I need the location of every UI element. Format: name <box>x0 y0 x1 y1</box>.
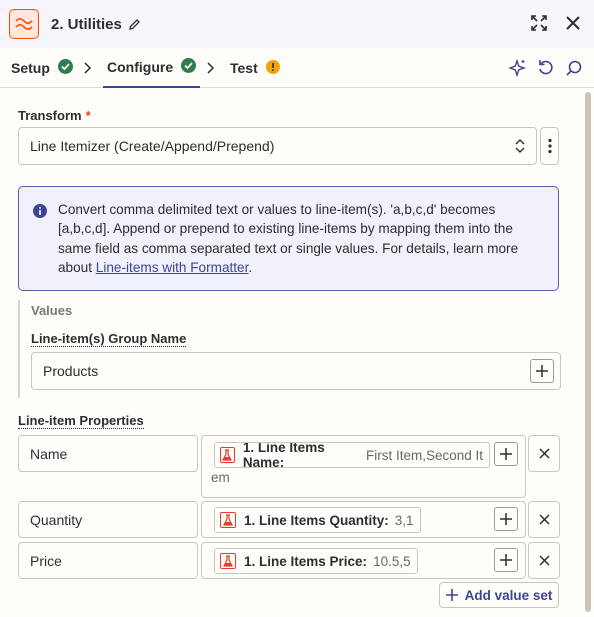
formatter-app-icon <box>220 512 236 528</box>
tab-setup-label: Setup <box>11 60 50 76</box>
ai-sparkle-icon[interactable] <box>508 58 528 78</box>
transform-select[interactable]: Line Itemizer (Create/Append/Prepend) <box>18 127 537 165</box>
warning-circle-icon <box>265 59 280 77</box>
required-mark: * <box>85 108 91 123</box>
property-key-field[interactable]: Quantity <box>18 501 198 538</box>
plus-icon <box>500 448 512 460</box>
pill-label: 1. Line Items Price: <box>244 553 368 569</box>
step-header: 2. Utilities <box>0 0 594 48</box>
info-callout: Convert comma delimited text or values t… <box>18 186 559 291</box>
values-title: Values <box>31 303 73 318</box>
remove-row-button[interactable] <box>528 542 560 579</box>
property-value-field[interactable]: 1. Line Items Quantity: 3,1 <box>201 501 526 538</box>
remove-row-button[interactable] <box>528 501 560 538</box>
search-icon[interactable] <box>564 58 584 78</box>
scrollbar-thumb[interactable] <box>585 92 591 612</box>
zapier-formatter-icon <box>9 9 39 39</box>
mapped-field-pill[interactable]: 1. Line Items Quantity: 3,1 <box>214 507 421 533</box>
pill-label: 1. Line Items Quantity: <box>244 512 389 528</box>
property-key-price: Price <box>30 552 62 569</box>
close-icon <box>538 448 550 459</box>
tab-configure-label: Configure <box>107 59 174 75</box>
step-title[interactable]: 2. Utilities <box>51 16 122 33</box>
group-name-field[interactable]: Products <box>31 352 561 390</box>
transform-select-value: Line Itemizer (Create/Append/Prepend) <box>30 138 275 154</box>
group-name-value: Products <box>43 363 99 379</box>
transform-label: Transform * <box>18 108 91 123</box>
formatter-app-icon <box>220 553 236 569</box>
remove-row-button[interactable] <box>528 435 560 472</box>
mapped-field-pill[interactable]: 1. Line Items Price: 10.5,5 <box>214 548 418 574</box>
chevron-right-icon <box>205 60 215 81</box>
info-period: . <box>248 259 253 275</box>
insert-data-button[interactable] <box>494 507 518 531</box>
plus-icon <box>500 513 512 525</box>
close-icon <box>538 555 550 566</box>
more-options-icon[interactable] <box>540 127 559 165</box>
line-item-properties-label: Line-item Properties <box>18 413 144 429</box>
plus-icon <box>536 365 548 377</box>
info-text: Convert comma delimited text or values t… <box>58 200 548 277</box>
step-tabs: Setup Configure Test <box>0 48 594 88</box>
plus-icon <box>500 554 512 566</box>
pill-value: First Item,Second It <box>365 447 483 463</box>
pill-value: 10.5,5 <box>373 553 411 569</box>
transform-label-text: Transform <box>18 108 82 123</box>
property-key-name: Name <box>30 445 68 462</box>
pill-label: 1. Line Items Name: <box>242 442 325 468</box>
property-value-field[interactable]: 1. Line Items Price: 10.5,5 <box>201 542 526 579</box>
plus-icon <box>445 589 458 601</box>
up-down-chevron-icon <box>514 138 526 157</box>
info-icon <box>33 204 47 223</box>
pill-value-wrap: em <box>211 470 230 485</box>
pill-value: 3,1 <box>394 512 414 528</box>
group-name-label: Line-item(s) Group Name <box>31 331 187 347</box>
undo-icon[interactable] <box>536 58 556 78</box>
formatter-app-icon <box>220 447 235 463</box>
close-icon <box>538 514 550 525</box>
tab-test[interactable]: Test <box>230 48 280 88</box>
property-key-field[interactable]: Name <box>18 435 198 472</box>
values-group: Values Line-item(s) Group Name Products <box>18 300 561 398</box>
add-value-set-button[interactable]: Add value set <box>439 582 559 608</box>
tab-test-label: Test <box>230 60 258 76</box>
check-circle-icon <box>181 58 197 76</box>
check-circle-icon <box>57 59 73 77</box>
line-items-docs-link[interactable]: Line-items with Formatter <box>96 260 249 275</box>
pencil-icon[interactable] <box>128 18 141 31</box>
add-value-set-label: Add value set <box>464 587 553 603</box>
expand-icon[interactable] <box>528 12 550 34</box>
tab-configure[interactable]: Configure <box>103 48 201 88</box>
mapped-field-pill[interactable]: 1. Line Items Name: First Item,Second It <box>214 442 490 468</box>
insert-data-button[interactable] <box>494 548 518 572</box>
property-key-field[interactable]: Price <box>18 542 198 579</box>
insert-data-button[interactable] <box>494 442 518 466</box>
close-icon[interactable] <box>562 12 584 34</box>
tab-setup[interactable]: Setup <box>11 48 73 88</box>
insert-data-button[interactable] <box>530 359 554 383</box>
property-value-field[interactable]: 1. Line Items Name: First Item,Second It… <box>201 435 526 498</box>
chevron-right-icon <box>82 60 92 81</box>
property-key-quantity: Quantity <box>30 511 83 528</box>
